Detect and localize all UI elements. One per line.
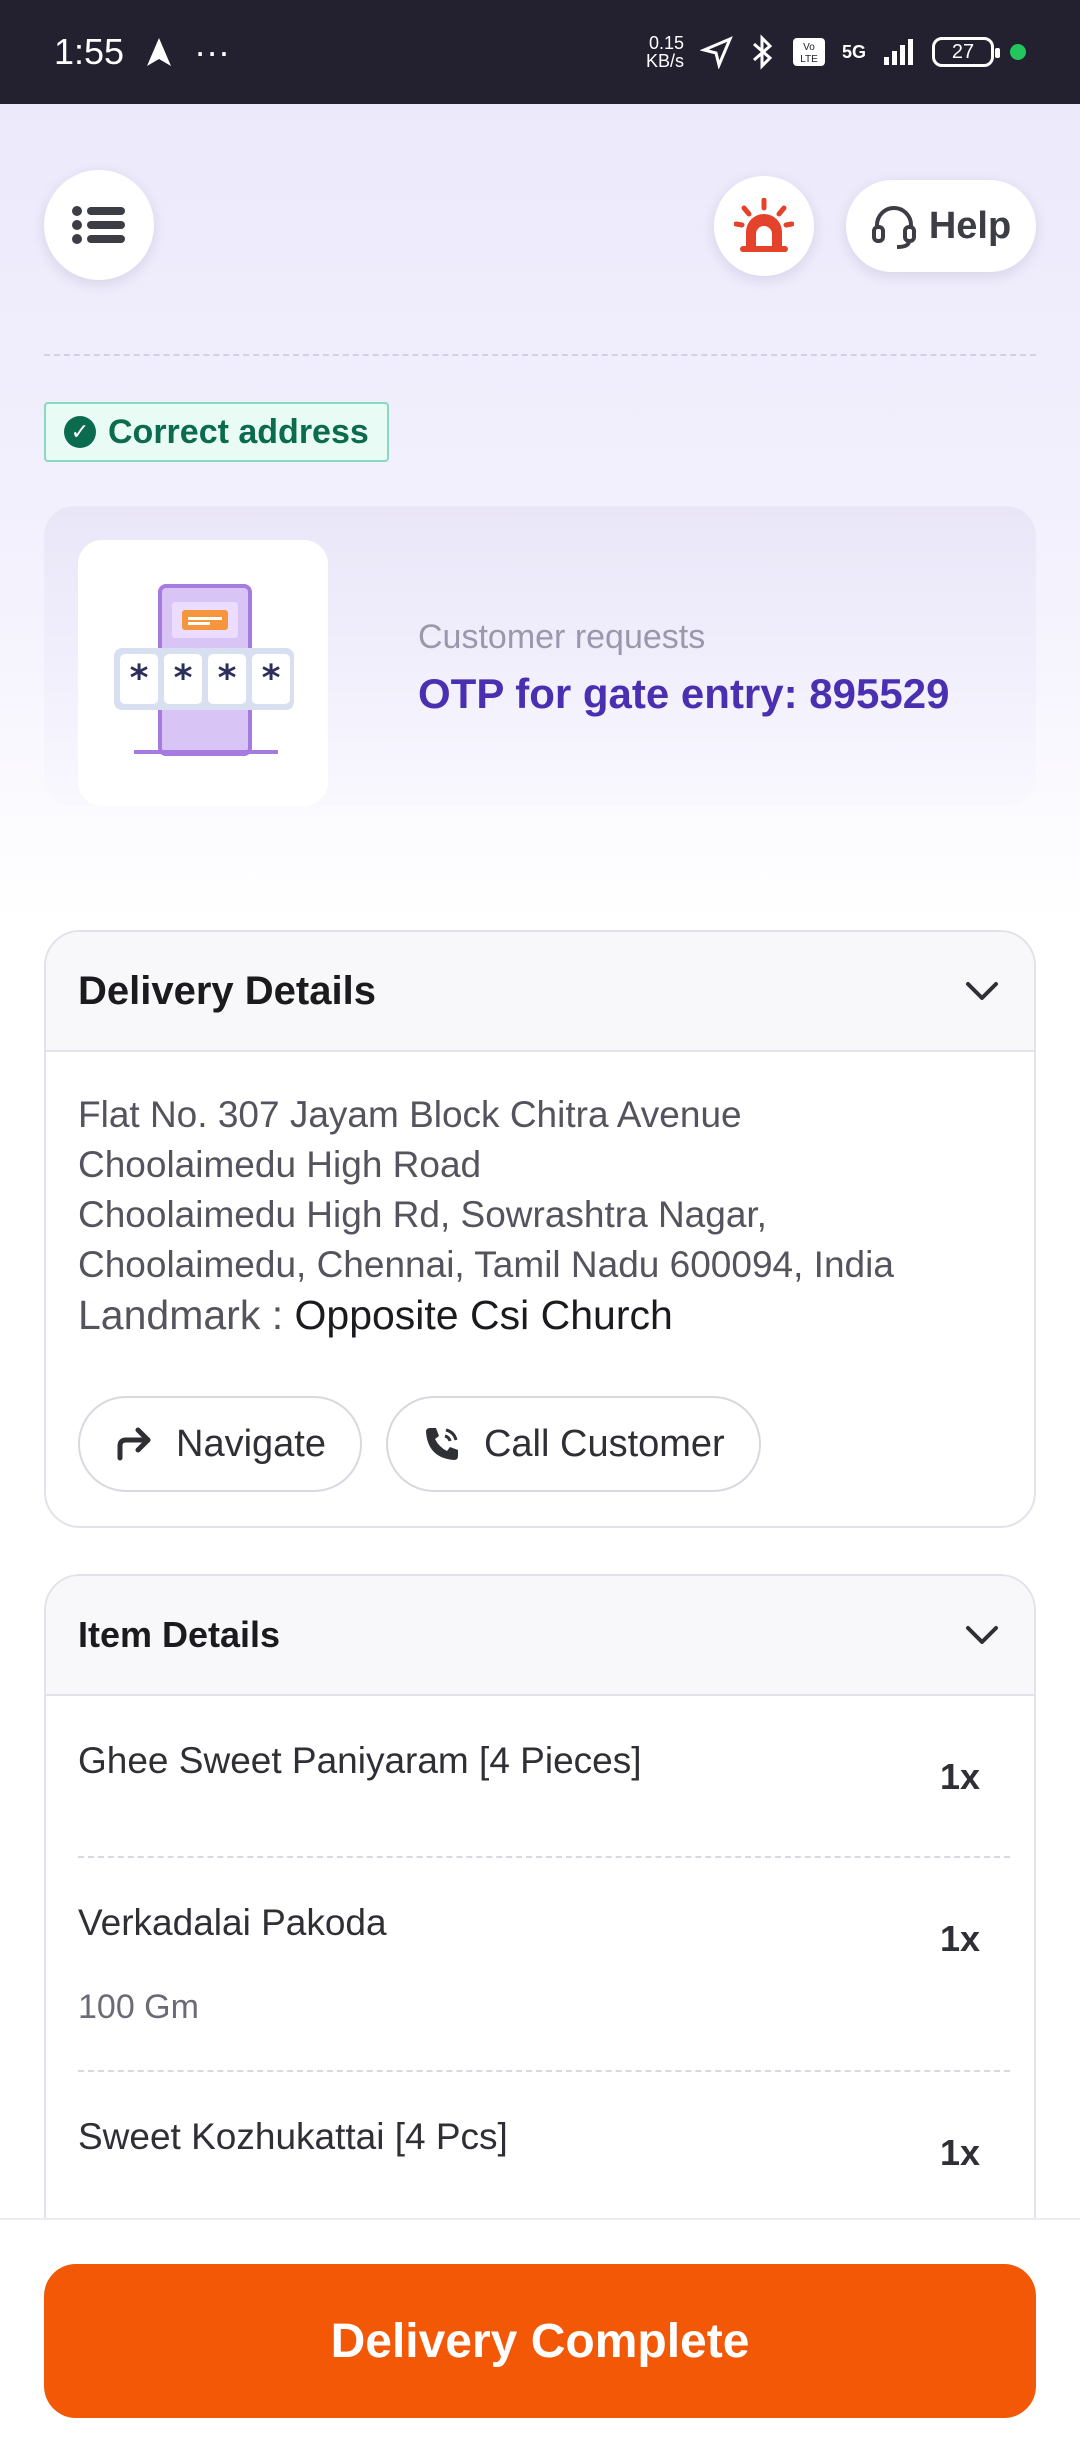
status-time: 1:55: [54, 31, 125, 72]
navigate-label: Navigate: [176, 1422, 326, 1465]
svg-text:LTE: LTE: [800, 54, 818, 65]
item-details-header[interactable]: Item Details: [46, 1576, 1034, 1696]
otp-subtitle: Customer requests: [418, 618, 706, 656]
status-bar: 1:55 ··· 0.15 KB/s Vo LTE 5G 27: [0, 0, 1080, 104]
call-customer-button[interactable]: Call Customer: [385, 1396, 761, 1492]
divider: [44, 354, 1036, 356]
list-item: Verkadalai Pakoda 100 Gm 1x: [78, 1858, 1010, 2072]
delivery-details-card: Delivery Details Flat No. 307 Jayam Bloc…: [44, 930, 1036, 1528]
net-speed: 0.15 KB/s: [646, 34, 684, 70]
correct-address-badge: ✓ Correct address: [44, 402, 389, 462]
bluetooth-icon: [752, 34, 773, 70]
item-name: Ghee Sweet Paniyaram [4 Pieces]: [78, 1740, 642, 1781]
item-quantity: 1x: [939, 1918, 980, 1959]
signal-icon: [884, 39, 913, 65]
address-line: Choolaimedu High Road: [78, 1144, 482, 1185]
item-quantity: 1x: [939, 2132, 980, 2173]
address-line: Flat No. 307 Jayam Block Chitra Avenue: [78, 1094, 742, 1135]
list-icon: [72, 206, 125, 244]
emergency-alert-button[interactable]: [714, 176, 814, 276]
otp-gate-illustration: * * * *: [114, 584, 294, 756]
net-speed-unit: KB/s: [645, 51, 684, 71]
call-customer-label: Call Customer: [483, 1422, 725, 1465]
network-type: 5G: [841, 41, 866, 62]
volte-icon: VoLTE: [792, 38, 825, 66]
svg-text:Vo: Vo: [803, 42, 815, 53]
svg-text:*: *: [130, 658, 149, 699]
delivery-address: Flat No. 307 Jayam Block Chitra Avenue C…: [46, 1052, 1034, 1340]
status-bar-left: 1:55 ···: [54, 31, 230, 73]
list-item: Sweet Kozhukattai [4 Pcs] 1x: [78, 2072, 1010, 2222]
battery-level: 27: [951, 40, 975, 63]
svg-text:*: *: [174, 658, 193, 699]
item-quantity: 1x: [939, 1756, 980, 1797]
location-icon: [699, 36, 733, 69]
delivery-actions: Navigate Call Customer: [46, 1340, 1034, 1492]
otp-card: * * * * Customer requests OTP for gate e…: [44, 506, 1036, 806]
landmark: Landmark : Opposite Csi Church: [78, 1290, 1002, 1340]
svg-text:*: *: [218, 658, 237, 699]
list-item: Ghee Sweet Paniyaram [4 Pieces] 1x: [78, 1696, 1010, 1858]
turn-right-arrow-icon: [117, 1427, 151, 1461]
check-circle-icon: ✓: [64, 416, 96, 448]
chevron-down-icon[interactable]: [962, 971, 1002, 1011]
otp-illustration: * * * *: [78, 540, 328, 806]
item-name: Verkadalai Pakoda: [78, 1902, 387, 1943]
help-label: Help: [928, 204, 1012, 247]
item-variant: 100 Gm: [78, 1988, 199, 2026]
address-line: Choolaimedu, Chennai, Tamil Nadu 600094,…: [78, 1244, 894, 1285]
landmark-label: Landmark :: [78, 1292, 295, 1338]
address-line: Choolaimedu High Rd, Sowrashtra Nagar,: [78, 1194, 767, 1235]
otp-value: OTP for gate entry: 895529: [418, 670, 950, 717]
landmark-value: Opposite Csi Church: [294, 1292, 673, 1338]
menu-button[interactable]: [44, 170, 154, 280]
item-details-card: Item Details Ghee Sweet Paniyaram [4 Pie…: [44, 1574, 1036, 2226]
headset-icon: [871, 206, 916, 249]
navigation-arrow-icon: [147, 38, 172, 66]
siren-icon: [734, 198, 794, 252]
battery-icon: 27: [932, 37, 1000, 67]
chevron-down-icon[interactable]: [962, 1615, 1002, 1655]
net-speed-value: 0.15: [648, 33, 684, 53]
help-button[interactable]: Help: [846, 180, 1036, 272]
status-more: ···: [194, 31, 231, 72]
svg-text:*: *: [262, 658, 281, 699]
item-name: Sweet Kozhukattai [4 Pcs]: [78, 2116, 508, 2157]
correct-address-label: Correct address: [108, 412, 369, 451]
delivery-complete-button[interactable]: Delivery Complete: [44, 2264, 1036, 2418]
navigate-button[interactable]: Navigate: [78, 1396, 362, 1492]
delivery-details-header[interactable]: Delivery Details: [46, 932, 1034, 1052]
phone-call-icon: [425, 1428, 458, 1460]
bottom-action-bar: Delivery Complete: [0, 2218, 1080, 2460]
privacy-indicator-dot: [1010, 44, 1026, 60]
item-details-title: Item Details: [78, 1614, 281, 1655]
delivery-details-title: Delivery Details: [78, 968, 376, 1013]
status-bar-right: 0.15 KB/s Vo LTE 5G 27: [646, 34, 1026, 70]
